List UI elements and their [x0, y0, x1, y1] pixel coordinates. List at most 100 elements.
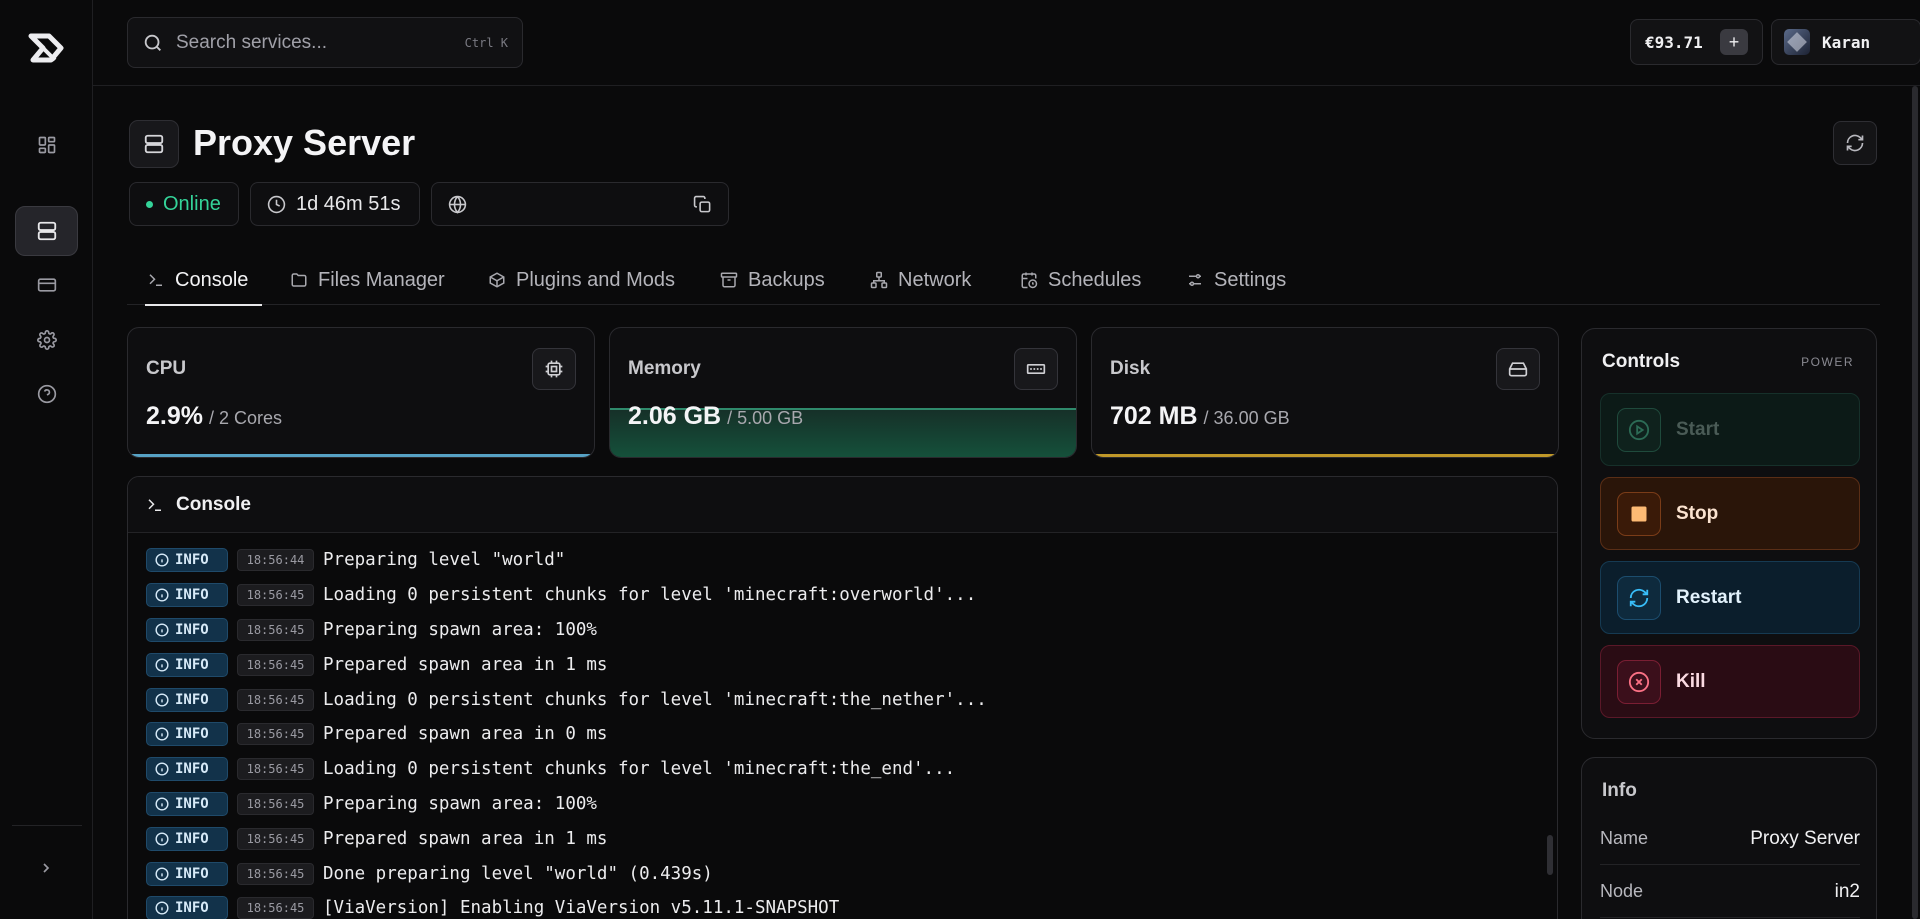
search-placeholder: Search services... — [176, 31, 327, 53]
log-level-badge: INFO — [146, 548, 228, 573]
log-timestamp: 18:56:45 — [237, 653, 314, 676]
terminal-icon — [146, 496, 164, 514]
log-level: INFO — [175, 830, 209, 847]
info-value: in2 — [1834, 880, 1860, 902]
log-level-badge: INFO — [146, 791, 228, 816]
topbar: Search services... Ctrl K €93.71 + Karan — [93, 0, 1920, 86]
cpu-total: / 2 Cores — [208, 408, 283, 428]
tab-label: Network — [898, 268, 972, 291]
refresh-button[interactable] — [1833, 121, 1877, 165]
username: Karan — [1822, 32, 1871, 52]
log-timestamp: 18:56:44 — [237, 549, 314, 572]
info-icon — [155, 553, 175, 567]
tab-settings[interactable]: Settings — [1186, 255, 1286, 305]
info-icon — [155, 693, 175, 707]
log-timestamp: 18:56:45 — [237, 758, 314, 781]
info-key: Name — [1600, 828, 1649, 848]
tab-files-manager[interactable]: Files Manager — [290, 255, 445, 305]
tab-backups[interactable]: Backups — [720, 255, 825, 305]
play-circle-icon — [1617, 407, 1661, 452]
log-level-badge: INFO — [146, 722, 228, 747]
tab-schedules[interactable]: Schedules — [1020, 255, 1141, 305]
disk-total: / 36.00 GB — [1203, 408, 1290, 428]
log-message: [ViaVersion] Enabling ViaVersion v5.11.1… — [323, 898, 840, 919]
sliders-icon — [1186, 271, 1214, 289]
folder-icon — [290, 271, 318, 289]
terminal-icon — [147, 271, 175, 289]
disk-card: Disk 702 MB/ 36.00 GB — [1091, 327, 1559, 458]
info-icon — [155, 623, 175, 637]
log-level-badge: INFO — [146, 652, 228, 677]
disk-usage-bar — [1092, 454, 1558, 457]
page-scrollbar[interactable] — [1912, 86, 1918, 919]
controls-title: Controls — [1602, 351, 1681, 372]
disk-used: 702 MB — [1110, 402, 1198, 430]
log-level-badge: INFO — [146, 687, 228, 712]
stop-button[interactable]: Stop — [1600, 477, 1860, 550]
console-scrollbar[interactable] — [1547, 835, 1553, 875]
cpu-usage: 2.9%/ 2 Cores — [146, 402, 282, 431]
log-level-badge: INFO — [146, 826, 228, 851]
app-root: Search services... Ctrl K €93.71 + Karan… — [0, 0, 1920, 919]
cpu-used: 2.9% — [146, 402, 203, 430]
sidebar-item-settings[interactable] — [15, 315, 78, 365]
log-level: INFO — [175, 552, 209, 569]
search-input[interactable]: Search services... Ctrl K — [127, 17, 523, 68]
globe-icon — [448, 195, 467, 214]
sidebar-item-servers[interactable] — [15, 206, 78, 256]
server-address-field[interactable] — [431, 182, 729, 226]
log-level: INFO — [175, 761, 209, 778]
log-timestamp: 18:56:45 — [237, 792, 314, 815]
sidebar-expand-button[interactable] — [32, 856, 60, 880]
archive-icon — [720, 271, 748, 289]
log-level: INFO — [175, 587, 209, 604]
log-level: INFO — [175, 865, 209, 882]
info-row-node: Node in2 — [1600, 866, 1860, 918]
search-icon — [142, 32, 164, 54]
cpu-card: CPU 2.9%/ 2 Cores — [127, 327, 595, 458]
stop-square-icon — [1617, 491, 1661, 536]
gear-icon — [36, 330, 57, 350]
add-funds-button[interactable]: + — [1720, 29, 1748, 55]
start-label: Start — [1676, 418, 1720, 440]
cpu-label: CPU — [146, 358, 187, 379]
copy-icon[interactable] — [693, 195, 712, 214]
x-circle-icon — [1617, 659, 1661, 704]
billing-card-icon — [37, 275, 57, 295]
log-message: Preparing spawn area: 100% — [323, 793, 597, 814]
console-line: INFO 18:56:45 Loading 0 persistent chunks … — [146, 578, 987, 613]
tab-console[interactable]: Console — [144, 255, 263, 306]
user-menu-button[interactable]: Karan — [1771, 19, 1920, 65]
balance-amount: €93.71 — [1645, 32, 1703, 52]
cpu-icon — [532, 348, 576, 390]
log-message: Prepared spawn area in 1 ms — [323, 654, 608, 675]
tab-network[interactable]: Network — [870, 255, 971, 305]
restart-button[interactable]: Restart — [1600, 561, 1860, 634]
info-panel: Info Name Proxy Server Node in2 — [1581, 757, 1877, 919]
tab-label: Backups — [748, 268, 825, 291]
console-log[interactable]: INFO 18:56:44 Preparing level "world" INFO 1… — [146, 543, 987, 919]
sidebar — [0, 0, 93, 919]
cpu-usage-bar — [128, 454, 594, 457]
console-title: Console — [176, 493, 251, 515]
console-line: INFO 18:56:44 Preparing level "world" — [146, 543, 987, 578]
logo[interactable] — [25, 30, 67, 66]
sidebar-item-dashboard[interactable] — [15, 120, 78, 170]
kill-button[interactable]: Kill — [1600, 645, 1860, 718]
clock-icon — [267, 195, 296, 214]
log-level: INFO — [175, 691, 209, 708]
sidebar-item-billing[interactable] — [15, 260, 78, 310]
tab-plugins-and-mods[interactable]: Plugins and Mods — [488, 255, 675, 305]
status-text: Online — [163, 192, 221, 215]
disk-label: Disk — [1110, 358, 1151, 379]
log-level-badge: INFO — [146, 617, 228, 642]
start-button[interactable]: Start — [1600, 393, 1860, 466]
avatar — [1784, 29, 1810, 55]
status-badge: Online — [129, 182, 239, 226]
log-message: Prepared spawn area in 1 ms — [323, 828, 608, 849]
dashboard-icon — [37, 135, 57, 155]
log-level-badge: INFO — [146, 896, 228, 919]
calendar-clock-icon — [1020, 271, 1048, 289]
log-level-badge: INFO — [146, 583, 228, 608]
sidebar-item-help[interactable] — [15, 369, 78, 419]
